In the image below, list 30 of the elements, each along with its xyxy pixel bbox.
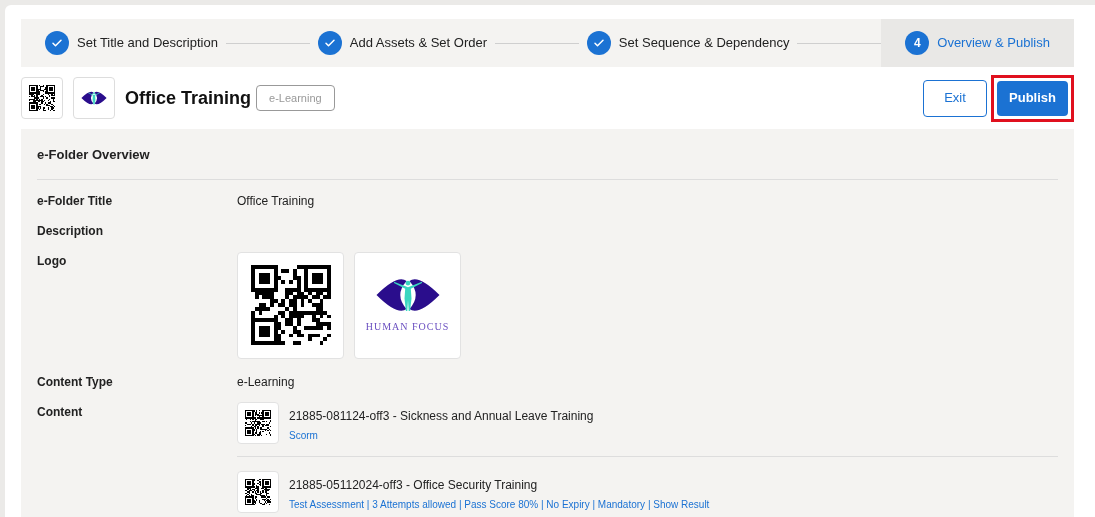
field-value: Office Training xyxy=(237,192,316,210)
content-meta-link[interactable]: Scorm xyxy=(289,427,594,443)
step[interactable]: Set Title and Description xyxy=(45,19,218,67)
eye-logo-icon xyxy=(80,90,108,106)
check-icon xyxy=(323,37,336,49)
field-label: Content xyxy=(37,403,84,421)
content-title: 21885-05112024-off3 - Office Security Training xyxy=(289,476,539,494)
qr-code-icon xyxy=(245,409,271,436)
folder-title: Office Training xyxy=(125,86,252,110)
field-value: e-Learning xyxy=(237,373,296,391)
content-meta-link[interactable]: Test Assessment | 3 Attempts allowed | Pass Score 80% | No Expiry | Mandatory | Show Result xyxy=(289,496,710,512)
step[interactable]: Set Sequence & Dependency xyxy=(586,19,790,67)
logo-caption: HUMAN FOCUS xyxy=(365,319,450,334)
field-label: Logo xyxy=(37,252,68,270)
check-icon xyxy=(51,37,63,49)
qr-code-icon xyxy=(29,85,55,111)
content-type-badge: e-Learning xyxy=(256,84,335,112)
check-icon xyxy=(592,37,605,49)
field-label: Content Type xyxy=(37,373,114,391)
step[interactable]: 4 Overview & Publish xyxy=(881,19,1074,67)
panel-heading: e-Folder Overview xyxy=(37,129,1058,180)
step-indicator: 4 xyxy=(905,31,930,55)
content-title: 21885-081124-off3 - Sickness and Annual Leave Training xyxy=(289,407,594,425)
field-label: e-Folder Title xyxy=(37,192,114,210)
qr-code-icon xyxy=(250,265,331,345)
step[interactable]: Add Assets & Set Order xyxy=(317,19,488,67)
publish-button[interactable]: Publish xyxy=(997,80,1068,116)
field-label: Description xyxy=(37,222,104,240)
qr-code-icon xyxy=(245,478,271,505)
exit-button[interactable]: Exit xyxy=(923,79,987,117)
